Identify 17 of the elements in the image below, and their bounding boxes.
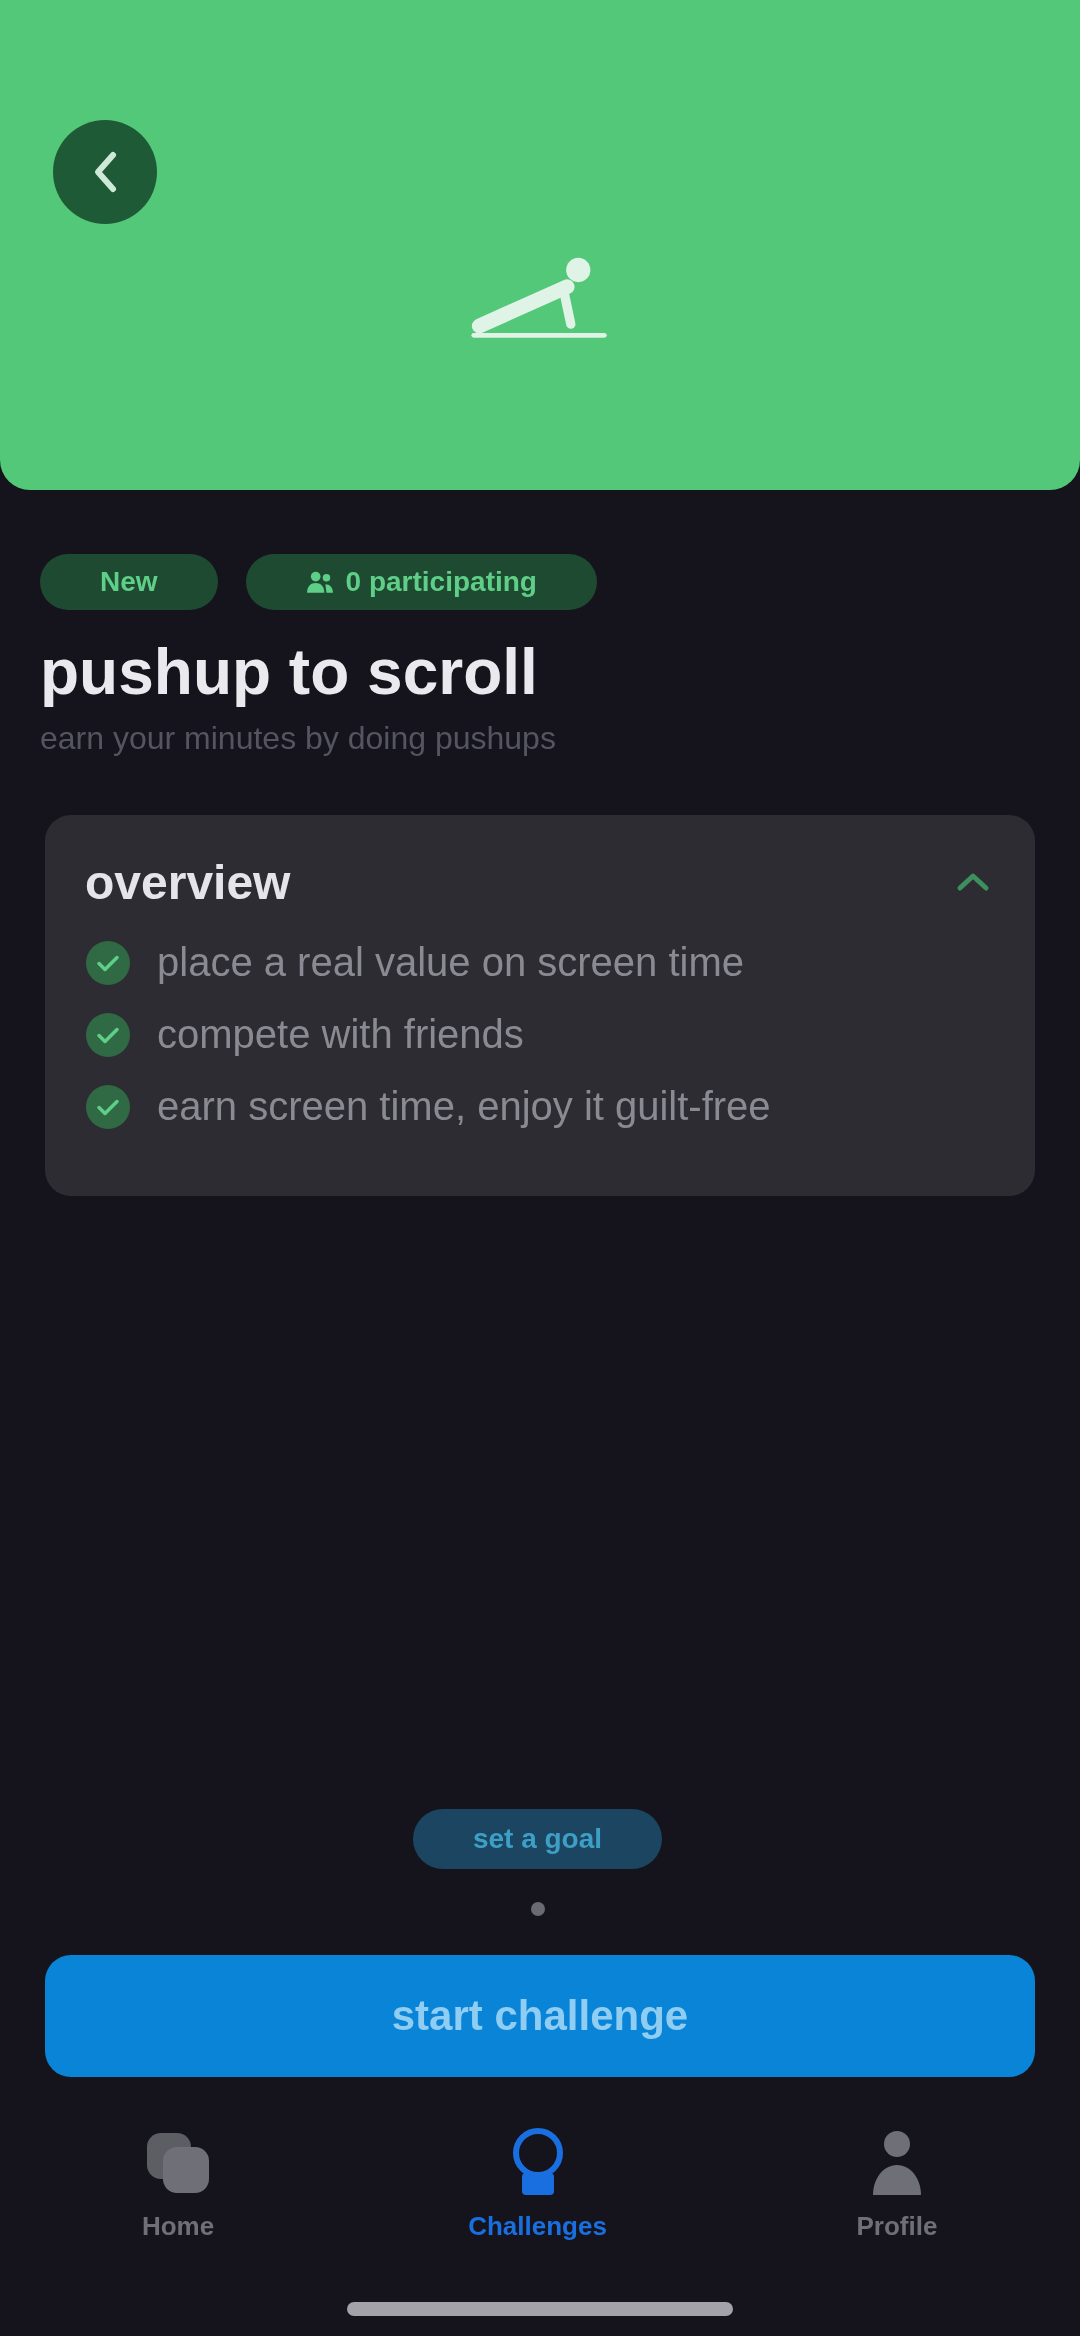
chevron-up-icon bbox=[956, 872, 990, 893]
card-title: overview bbox=[85, 854, 291, 910]
tab-bar-item[interactable]: Profile bbox=[797, 2127, 997, 2242]
start-challenge-button[interactable]: start challenge bbox=[45, 1955, 1035, 2077]
tag: 0 participating bbox=[245, 554, 597, 610]
people-icon bbox=[305, 571, 334, 593]
page-dot-icon bbox=[530, 1902, 545, 1916]
pushup-figure-icon bbox=[470, 255, 610, 341]
hint-pill[interactable]: set a goal bbox=[412, 1809, 663, 1869]
challenge-subtitle: earn your minutes by doing pushups bbox=[40, 719, 557, 757]
challenge-title: pushup to scroll bbox=[40, 636, 539, 710]
tab-bar-item[interactable]: Home bbox=[78, 2127, 278, 2242]
overview-item: earn screen time, enjoy it guilt-free bbox=[157, 1084, 771, 1130]
overview-item: place a real value on screen time bbox=[157, 940, 744, 986]
tag: New bbox=[40, 554, 218, 610]
overview-item: compete with friends bbox=[157, 1012, 524, 1058]
tab-bar-item[interactable]: Challenges bbox=[437, 2127, 638, 2242]
